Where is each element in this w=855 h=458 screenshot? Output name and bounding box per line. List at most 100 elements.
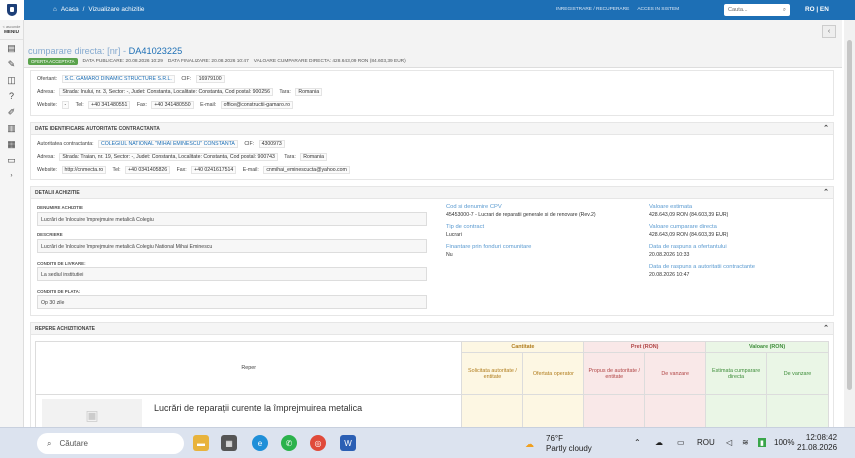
word-icon[interactable]: W bbox=[340, 435, 356, 451]
direct-value: 428.643,09 RON (84.603,39 EUR) bbox=[649, 232, 729, 238]
authority-website[interactable]: http://cnmecta.ro bbox=[61, 166, 107, 174]
whatsapp-icon[interactable]: ✆ bbox=[281, 435, 297, 451]
col-vanzare-valoare: De vanzare bbox=[766, 352, 829, 395]
weather-widget[interactable]: 76°F Partly cloudy bbox=[546, 434, 592, 454]
weather-text: Partly cloudy bbox=[546, 444, 592, 453]
breadcrumb-current: Vizualizare achizitie bbox=[88, 6, 145, 13]
authority-cif-label: CIF: bbox=[244, 141, 255, 147]
chat-icon[interactable]: ▭ bbox=[0, 152, 23, 168]
contract-type-label: Tip de contract bbox=[446, 224, 485, 230]
offerer-reply-date: 20.08.2026 10:33 bbox=[649, 252, 690, 258]
login-link[interactable]: ACCES IN SISTEM bbox=[637, 7, 679, 12]
authority-label: Autoritatea contractanta: bbox=[37, 141, 94, 147]
authority-panel-header[interactable]: DATE IDENTIFICARE AUTORITATE CONTRACTANT… bbox=[31, 123, 833, 135]
title-code: DA41023225 bbox=[128, 46, 183, 56]
col-estimata: Estimata cumparare directa bbox=[705, 352, 768, 395]
battery-icon[interactable]: ▮ bbox=[758, 438, 766, 447]
authority-address: Strada: Traian, nr. 19, Sector: -, Judet… bbox=[59, 153, 278, 161]
search-icon[interactable]: ⌕ bbox=[783, 7, 786, 14]
taskbar: ⌕ Căutare ▬ ▦ e ✆ ◎ W ☁ 76°F Partly clou… bbox=[0, 427, 855, 458]
input-language[interactable]: ROU bbox=[697, 438, 715, 447]
cpv-value: 45453000-7 - Lucrari de reparatii genera… bbox=[446, 212, 596, 218]
edge-icon[interactable]: e bbox=[252, 435, 268, 451]
col-vanzare: De vanzare bbox=[644, 352, 707, 395]
home-icon[interactable]: ⌂ bbox=[53, 6, 57, 13]
temperature: 76°F bbox=[546, 434, 563, 443]
clock-time: 12:08:42 bbox=[805, 433, 838, 442]
col-ofertata: Ofertata operator bbox=[522, 352, 585, 395]
menu-toggle[interactable]: < ascunde MENIU bbox=[0, 20, 23, 40]
clock[interactable]: 12:08:42 21.08.2026 bbox=[797, 433, 837, 453]
estimated-value: 428.643,09 RON (84.603,39 EUR) bbox=[649, 212, 729, 218]
collapse-icon[interactable]: ⌃ bbox=[823, 125, 829, 132]
offerer-name-link[interactable]: S.C. GAMARO DINAMIC STRUCTURE S.R.L. bbox=[61, 75, 175, 83]
wifi-icon[interactable]: ≋ bbox=[742, 438, 749, 447]
scrollbar-thumb[interactable] bbox=[847, 40, 852, 390]
details-panel-header[interactable]: DETALII ACHIZITIE ⌃ bbox=[31, 187, 833, 199]
header-meta: OFERTA ACCEPTATA DATA PUBLICARE: 20.08.2… bbox=[28, 58, 406, 65]
group-cantitate: Cantitate bbox=[461, 341, 585, 353]
authority-address-label: Adresa: bbox=[37, 154, 55, 160]
pen-icon[interactable]: ✐ bbox=[0, 104, 23, 120]
file-explorer-icon[interactable]: ▬ bbox=[193, 435, 209, 451]
authority-website-label: Website: bbox=[37, 167, 58, 173]
authority-fax: +40 0241617514 bbox=[191, 166, 237, 174]
breadcrumb: ⌂ Acasa / Vizualizare achizitie bbox=[53, 6, 144, 13]
shield-icon bbox=[7, 4, 17, 16]
breadcrumb-home[interactable]: Acasa bbox=[61, 6, 79, 13]
authority-cif: 4300973 bbox=[258, 140, 285, 148]
authority-panel: DATE IDENTIFICARE AUTORITATE CONTRACTANT… bbox=[30, 122, 834, 180]
site-logo[interactable] bbox=[0, 0, 24, 20]
chevron-up-icon[interactable]: ⌃ bbox=[634, 438, 641, 447]
authority-email-label: E-mail: bbox=[242, 167, 259, 173]
item-cell: ▣ Lucrări de reparații curente la împrej… bbox=[35, 394, 463, 427]
title-prefix: cumparare directa: [nr] - bbox=[28, 46, 129, 56]
document-icon[interactable]: ▤ bbox=[0, 40, 23, 56]
offerer-cif-label: CIF: bbox=[181, 76, 192, 82]
authority-name-link[interactable]: COLEGIUL NATIONAL "MIHAI EMINESCU" CONST… bbox=[97, 140, 238, 148]
form-icon[interactable]: ▦ bbox=[0, 136, 23, 152]
search-placeholder: Cauta... bbox=[728, 7, 748, 13]
back-button[interactable]: ‹ bbox=[822, 25, 836, 38]
items-panel-header[interactable]: REPERE ACHIZITIONATE ⌃ bbox=[31, 323, 833, 335]
eu-funds-value: Nu bbox=[446, 252, 453, 258]
cell-vanzare-valoare bbox=[766, 394, 829, 427]
chevron-right-icon[interactable]: › bbox=[0, 168, 23, 184]
plata-label: CONDITII DE PLATA: bbox=[37, 289, 81, 294]
speaker-icon[interactable]: ◁ bbox=[726, 438, 732, 447]
search-input[interactable]: Cauta... ⌕ bbox=[724, 4, 790, 16]
account-links: INREGISTRARE / RECUPERARE ACCES IN SISTE… bbox=[556, 7, 679, 12]
store-icon[interactable]: ▦ bbox=[221, 435, 237, 451]
taskbar-search[interactable]: ⌕ Căutare bbox=[37, 433, 184, 454]
details-section-title: DETALII ACHIZITIE bbox=[35, 189, 80, 196]
help-icon[interactable]: ? bbox=[0, 88, 23, 104]
offerer-country-label: Tara: bbox=[279, 89, 291, 95]
authority-tel: +40 0341405826 bbox=[125, 166, 171, 174]
network-tray-icon[interactable]: ▭ bbox=[677, 438, 685, 447]
collapse-icon[interactable]: ⌃ bbox=[823, 189, 829, 196]
chart-icon[interactable]: ▥ bbox=[0, 120, 23, 136]
collapse-icon[interactable]: ⌃ bbox=[823, 325, 829, 332]
offerer-label: Ofertant: bbox=[37, 76, 58, 82]
register-link[interactable]: INREGISTRARE / RECUPERARE bbox=[556, 7, 629, 12]
col-propus: Propus de autoritate / entitate bbox=[583, 352, 646, 395]
edit-document-icon[interactable]: ✎ bbox=[0, 56, 23, 72]
finalize-date: DATA FINALIZARE: 20.08.2026 10:47 bbox=[167, 59, 249, 64]
chrome-icon[interactable]: ◎ bbox=[310, 435, 326, 451]
offerer-address-label: Adresa: bbox=[37, 89, 55, 95]
denumire-label: DENUMIRE ACHIZITIE bbox=[37, 205, 83, 210]
cell-solicitata bbox=[461, 394, 524, 427]
group-valoare: Valoare (RON) bbox=[705, 341, 829, 353]
breadcrumb-separator: / bbox=[82, 6, 85, 13]
windows-start-icon[interactable] bbox=[14, 437, 28, 451]
livrare-field: La sediul institutiei bbox=[37, 267, 427, 281]
authority-country-label: Tara: bbox=[284, 154, 296, 160]
items-table: Reper Cantitate Pret (RON) Valoare (RON)… bbox=[35, 341, 829, 427]
language-switch[interactable]: RO | EN bbox=[805, 6, 829, 13]
items-section-title: REPERE ACHIZITIONATE bbox=[35, 325, 96, 332]
offerer-cif: 16979100 bbox=[195, 75, 225, 83]
authority-reply-date-label: Data de raspuns a autoritatii contractan… bbox=[649, 264, 756, 270]
offerer-reply-date-label: Data de raspuns a ofertantului bbox=[649, 244, 727, 250]
book-icon[interactable]: ◫ bbox=[0, 72, 23, 88]
cloud-icon[interactable]: ☁ bbox=[655, 438, 663, 447]
